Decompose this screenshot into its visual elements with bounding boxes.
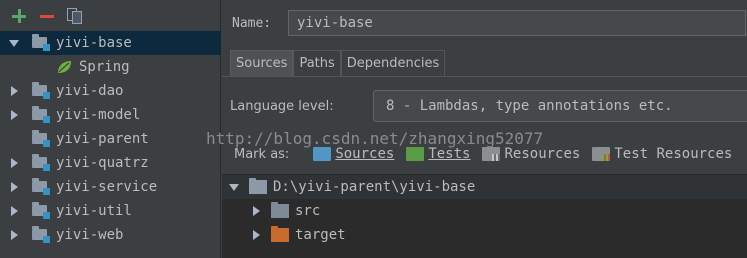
- chevron-right-icon[interactable]: [7, 228, 21, 242]
- chevron-right-icon[interactable]: [249, 228, 263, 242]
- mark-tests-label: Tests: [428, 146, 471, 162]
- tree-item-yivi-service[interactable]: yivi-service: [0, 175, 221, 199]
- plus-icon[interactable]: [10, 7, 28, 25]
- tree-item-yivi-parent[interactable]: yivi-parent: [0, 127, 221, 151]
- chevron-down-icon[interactable]: [227, 180, 241, 194]
- folder-row-src[interactable]: src: [222, 199, 747, 223]
- tree-item-yivi-model[interactable]: yivi-model: [0, 103, 221, 127]
- chevron-right-icon[interactable]: [249, 204, 263, 218]
- tree-item-yivi-quatrz[interactable]: yivi-quatrz: [0, 151, 221, 175]
- language-level-row: Language level: 8 - Lambdas, type annota…: [230, 90, 747, 122]
- mark-test-resources-label: Test Resources: [614, 146, 733, 162]
- tree-item-label: yivi-base: [56, 35, 132, 51]
- content-root-path: D:\yivi-parent\yivi-base: [273, 179, 476, 195]
- module-tree: yivi-base Spring yivi-dao yivi-model yiv…: [0, 31, 221, 247]
- mark-as-label: Mark as:: [234, 146, 290, 162]
- tree-item-spring[interactable]: Spring: [0, 55, 221, 79]
- tab-dependencies[interactable]: Dependencies: [340, 50, 446, 76]
- module-icon: [32, 130, 50, 147]
- mark-as-row: Mark as: Sources Tests Resources Test Re…: [234, 146, 744, 162]
- mark-test-resources-button[interactable]: Test Resources: [592, 146, 732, 162]
- modules-toolbar: [0, 0, 220, 32]
- excluded-folder-icon: [271, 226, 289, 242]
- mark-sources-label: Sources: [335, 146, 395, 162]
- resources-folder-icon: [482, 147, 501, 161]
- chevron-down-icon[interactable]: [7, 36, 21, 50]
- name-row: Name: yivi-base: [232, 10, 746, 36]
- tree-item-label: Spring: [79, 59, 130, 75]
- sources-folder-icon: [313, 147, 332, 161]
- tree-item-yivi-dao[interactable]: yivi-dao: [0, 79, 221, 103]
- mark-resources-button[interactable]: Resources: [482, 146, 580, 162]
- module-icon: [32, 154, 50, 171]
- tree-item-label: yivi-model: [56, 107, 141, 123]
- tree-item-label: yivi-web: [56, 227, 124, 243]
- mark-tests-button[interactable]: Tests: [406, 146, 470, 162]
- modules-panel: yivi-base Spring yivi-dao yivi-model yiv…: [0, 0, 221, 258]
- chevron-right-icon[interactable]: [7, 156, 21, 170]
- tab-paths[interactable]: Paths: [293, 50, 341, 76]
- language-level-label: Language level:: [230, 98, 334, 114]
- tree-item-label: yivi-service: [56, 179, 158, 195]
- module-icon: [32, 82, 50, 99]
- folder-label: src: [295, 203, 321, 219]
- tree-item-label: yivi-parent: [56, 131, 149, 147]
- module-icon: [32, 178, 50, 195]
- module-icon: [32, 34, 50, 51]
- module-icon: [32, 226, 50, 243]
- tree-item-yivi-base[interactable]: yivi-base: [0, 31, 221, 55]
- tree-item-label: yivi-util: [56, 203, 132, 219]
- chevron-right-icon[interactable]: [7, 204, 21, 218]
- folder-icon: [271, 202, 289, 218]
- tab-sources[interactable]: Sources: [230, 50, 294, 76]
- name-label: Name:: [232, 15, 272, 31]
- tree-item-yivi-util[interactable]: yivi-util: [0, 199, 221, 223]
- folder-row-target[interactable]: target: [222, 223, 747, 247]
- tree-item-label: yivi-dao: [56, 83, 124, 99]
- chevron-right-icon[interactable]: [7, 180, 21, 194]
- module-settings-panel: Name: yivi-base Sources Paths Dependenci…: [206, 0, 747, 258]
- tab-divider: [222, 76, 747, 77]
- tree-item-yivi-web[interactable]: yivi-web: [0, 223, 221, 247]
- module-icon: [32, 106, 50, 123]
- mark-resources-label: Resources: [504, 146, 581, 162]
- language-level-select[interactable]: 8 - Lambdas, type annotations etc.: [373, 90, 747, 122]
- chevron-right-icon[interactable]: [7, 84, 21, 98]
- folder-icon: [249, 178, 267, 194]
- test-resources-folder-icon: [592, 147, 611, 161]
- content-root-row[interactable]: D:\yivi-parent\yivi-base: [222, 175, 747, 199]
- folder-label: target: [295, 227, 346, 243]
- module-icon: [32, 202, 50, 219]
- copy-icon[interactable]: [66, 7, 84, 25]
- chevron-right-icon[interactable]: [7, 108, 21, 122]
- spring-leaf-icon: [58, 61, 71, 73]
- minus-icon[interactable]: [38, 7, 56, 25]
- name-field[interactable]: yivi-base: [288, 10, 746, 36]
- settings-tabs: Sources Paths Dependencies: [230, 50, 446, 76]
- tree-item-label: yivi-quatrz: [56, 155, 149, 171]
- mark-sources-button[interactable]: Sources: [313, 146, 394, 162]
- tests-folder-icon: [406, 147, 425, 161]
- content-root-tree: D:\yivi-parent\yivi-base src target: [222, 174, 747, 258]
